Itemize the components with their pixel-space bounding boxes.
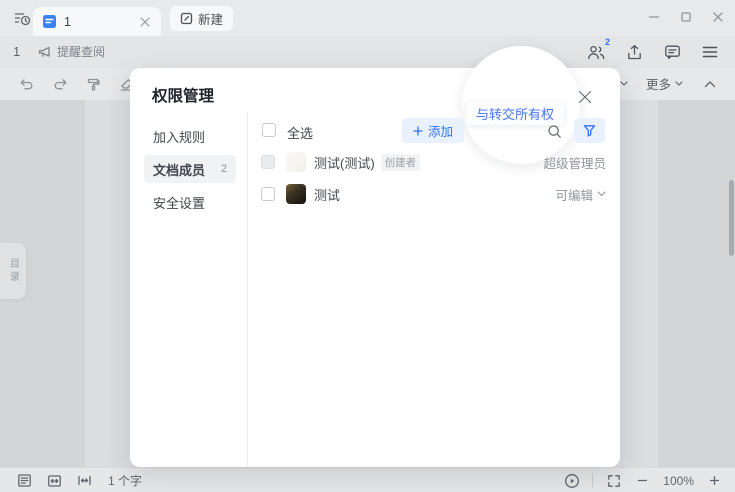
redo-icon[interactable] xyxy=(51,75,69,93)
close-window-icon[interactable] xyxy=(709,8,727,26)
nav-item-join-rules[interactable]: 加入规则 xyxy=(144,122,236,150)
outline-tab-label: 目录 xyxy=(6,258,21,284)
modal-close-icon[interactable] xyxy=(576,88,594,106)
play-presentation-icon[interactable] xyxy=(563,472,580,489)
nav-label: 文档成员 xyxy=(153,160,205,179)
collapse-toolbar-icon[interactable] xyxy=(701,75,719,93)
outline-flyout-tab[interactable]: 目录 xyxy=(0,243,26,299)
add-member-button[interactable]: 添加 xyxy=(402,118,464,143)
hamburger-menu-icon[interactable] xyxy=(699,41,721,63)
statusbar-left: 1 个字 xyxy=(16,472,142,489)
onboarding-tooltip: 与转交所有权 xyxy=(466,101,564,125)
remind-review-label: 提醒查阅 xyxy=(57,43,105,60)
nav-badge: 2 xyxy=(221,163,227,175)
zoom-in-icon[interactable] xyxy=(706,472,723,489)
statusbar-right: 100% xyxy=(563,472,723,489)
outline-view-icon[interactable] xyxy=(16,472,33,489)
member-row-owner: 测试(测试) 创建者 超级管理员 xyxy=(261,148,606,176)
collaborators-icon[interactable]: 2 xyxy=(585,41,607,63)
member-name: 测试 xyxy=(314,185,340,204)
tab-close-icon[interactable] xyxy=(138,15,152,29)
page-number: 1 xyxy=(13,44,20,59)
fullscreen-icon[interactable] xyxy=(605,472,622,489)
more-dropdown[interactable]: 更多 xyxy=(646,74,683,93)
modal-nav-divider xyxy=(247,112,248,467)
app-window: 1 新建 1 提醒查阅 2 xyxy=(0,0,735,492)
member-checkbox[interactable] xyxy=(261,187,275,201)
modal-title: 权限管理 xyxy=(152,84,214,106)
compose-icon xyxy=(180,12,193,25)
select-all-label: 全选 xyxy=(287,123,313,142)
nav-label: 加入规则 xyxy=(153,127,205,146)
statusbar-divider xyxy=(592,474,593,487)
plus-icon xyxy=(413,126,423,136)
nav-label: 安全设置 xyxy=(153,193,205,212)
member-avatar xyxy=(286,152,306,172)
maximize-icon[interactable] xyxy=(677,8,695,26)
comment-icon[interactable] xyxy=(661,41,683,63)
titlebar: 1 新建 xyxy=(0,0,735,36)
creator-badge: 创建者 xyxy=(381,154,421,171)
zoom-level: 100% xyxy=(663,474,694,488)
format-painter-icon[interactable] xyxy=(84,75,102,93)
undo-icon[interactable] xyxy=(18,75,36,93)
members-panel: 全选 添加 测试(测试) 创建者 xyxy=(261,112,606,467)
more-label: 更多 xyxy=(646,74,671,93)
toolbar-left xyxy=(18,75,135,93)
member-avatar xyxy=(286,184,306,204)
nav-item-document-members[interactable]: 文档成员 2 xyxy=(144,155,236,183)
member-role-label: 可编辑 xyxy=(555,185,593,204)
share-icon[interactable] xyxy=(623,41,645,63)
history-icon[interactable] xyxy=(12,9,32,27)
megaphone-icon xyxy=(38,45,52,59)
window-controls xyxy=(645,8,727,26)
member-role-dropdown[interactable]: 可编辑 xyxy=(555,185,606,204)
statusbar: 1 个字 100% xyxy=(0,467,735,492)
word-count: 1 个字 xyxy=(108,472,142,489)
caret-down-icon xyxy=(620,81,628,86)
permission-modal: 权限管理 加入规则 文档成员 2 安全设置 全 xyxy=(130,68,620,467)
filter-icon[interactable] xyxy=(574,118,605,143)
member-name: 测试(测试) xyxy=(314,153,375,172)
select-all-checkbox[interactable] xyxy=(262,123,276,137)
onboarding-tooltip-label: 与转交所有权 xyxy=(476,104,554,123)
chevron-down-icon xyxy=(597,191,606,197)
vertical-scrollbar-thumb[interactable] xyxy=(729,180,734,256)
menubar-right-icons: 2 xyxy=(585,41,721,63)
document-tab[interactable]: 1 xyxy=(33,7,161,36)
document-icon xyxy=(42,14,57,29)
add-member-label: 添加 xyxy=(428,121,453,140)
menubar: 1 提醒查阅 2 xyxy=(0,36,735,68)
new-tab-button[interactable]: 新建 xyxy=(170,6,233,31)
member-row: 测试 可编辑 xyxy=(261,180,606,208)
minimize-icon[interactable] xyxy=(645,8,663,26)
page-width-icon[interactable] xyxy=(76,472,93,489)
remind-review-button[interactable]: 提醒查阅 xyxy=(38,43,105,60)
zoom-out-icon[interactable] xyxy=(634,472,651,489)
nav-item-security-settings[interactable]: 安全设置 xyxy=(144,188,236,216)
new-tab-label: 新建 xyxy=(198,9,223,28)
fit-width-icon[interactable] xyxy=(46,472,63,489)
member-role: 超级管理员 xyxy=(543,153,606,172)
tab-title: 1 xyxy=(64,15,138,29)
collaborators-count: 2 xyxy=(605,37,610,47)
caret-down-icon xyxy=(675,81,683,86)
modal-nav: 加入规则 文档成员 2 安全设置 xyxy=(144,122,236,221)
member-checkbox-disabled xyxy=(261,155,275,169)
